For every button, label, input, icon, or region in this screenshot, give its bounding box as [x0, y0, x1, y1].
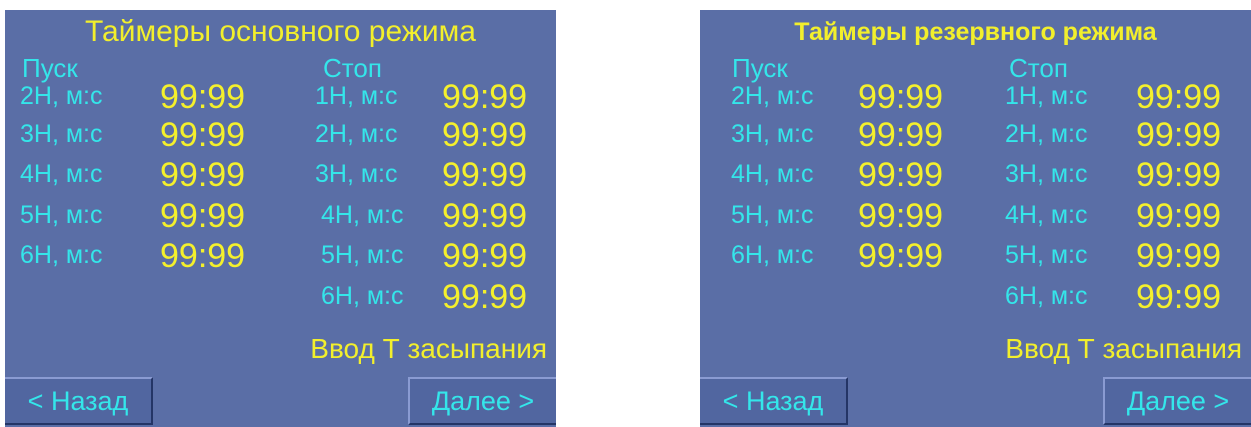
main-mode-timers-panel: Таймеры основного режима Пуск Стоп 2Н, м… [5, 10, 556, 427]
start-timer-value[interactable]: 99:99 [858, 198, 943, 234]
start-row-label: 3Н, м:с [731, 120, 814, 148]
sleep-time-link[interactable]: Ввод Т засыпания [1005, 333, 1242, 365]
start-row-label: 4Н, м:с [731, 160, 814, 188]
next-button[interactable]: Далее > [408, 377, 556, 425]
start-row-label: 5Н, м:с [20, 201, 103, 229]
stop-row-label: 2Н, м:с [315, 120, 398, 148]
stop-row-label: 4Н, м:с [1005, 201, 1088, 229]
back-button[interactable]: < Назад [700, 377, 848, 425]
stop-timer-value[interactable]: 99:99 [1136, 157, 1221, 193]
stop-row-label: 1Н, м:с [1005, 82, 1088, 110]
start-row-label: 2Н, м:с [731, 82, 814, 110]
stop-timer-value[interactable]: 99:99 [442, 279, 527, 315]
sleep-time-link[interactable]: Ввод Т засыпания [310, 333, 547, 365]
stop-timer-value[interactable]: 99:99 [442, 79, 527, 115]
start-row-label: 4Н, м:с [20, 160, 103, 188]
stop-header: Стоп [323, 53, 382, 83]
stop-row-label: 6Н, м:с [321, 282, 404, 310]
start-header: Пуск [22, 53, 78, 83]
start-timer-value[interactable]: 99:99 [160, 117, 245, 153]
panel-title: Таймеры основного режима [85, 15, 476, 48]
start-timer-value[interactable]: 99:99 [160, 238, 245, 274]
stop-row-label: 5Н, м:с [321, 241, 404, 269]
stop-timer-value[interactable]: 99:99 [1136, 117, 1221, 153]
stop-row-label: 3Н, м:с [1005, 160, 1088, 188]
stop-timer-value[interactable]: 99:99 [1136, 198, 1221, 234]
start-row-label: 3Н, м:с [20, 120, 103, 148]
start-row-label: 5Н, м:с [731, 201, 814, 229]
stop-timer-value[interactable]: 99:99 [442, 238, 527, 274]
stop-timer-value[interactable]: 99:99 [442, 157, 527, 193]
stop-timer-value[interactable]: 99:99 [442, 117, 527, 153]
stop-row-label: 1Н, м:с [315, 82, 398, 110]
stop-timer-value[interactable]: 99:99 [1136, 279, 1221, 315]
reserve-mode-timers-panel: Таймеры резервного режима Пуск Стоп 2Н, … [700, 10, 1251, 427]
stop-row-label: 6Н, м:с [1005, 282, 1088, 310]
start-timer-value[interactable]: 99:99 [858, 238, 943, 274]
stop-row-label: 5Н, м:с [1005, 241, 1088, 269]
start-row-label: 6Н, м:с [20, 241, 103, 269]
stop-timer-value[interactable]: 99:99 [1136, 79, 1221, 115]
back-button[interactable]: < Назад [5, 377, 153, 425]
panel-title: Таймеры резервного режима [794, 18, 1157, 46]
next-button[interactable]: Далее > [1103, 377, 1251, 425]
stop-row-label: 4Н, м:с [321, 201, 404, 229]
start-timer-value[interactable]: 99:99 [858, 117, 943, 153]
start-row-label: 2Н, м:с [20, 82, 103, 110]
start-timer-value[interactable]: 99:99 [858, 79, 943, 115]
stop-row-label: 2Н, м:с [1005, 120, 1088, 148]
stop-header: Стоп [1009, 53, 1068, 83]
stop-row-label: 3Н, м:с [315, 160, 398, 188]
start-timer-value[interactable]: 99:99 [160, 157, 245, 193]
start-timer-value[interactable]: 99:99 [160, 79, 245, 115]
start-row-label: 6Н, м:с [731, 241, 814, 269]
stop-timer-value[interactable]: 99:99 [442, 198, 527, 234]
start-header: Пуск [732, 53, 788, 83]
start-timer-value[interactable]: 99:99 [858, 157, 943, 193]
stop-timer-value[interactable]: 99:99 [1136, 238, 1221, 274]
start-timer-value[interactable]: 99:99 [160, 198, 245, 234]
